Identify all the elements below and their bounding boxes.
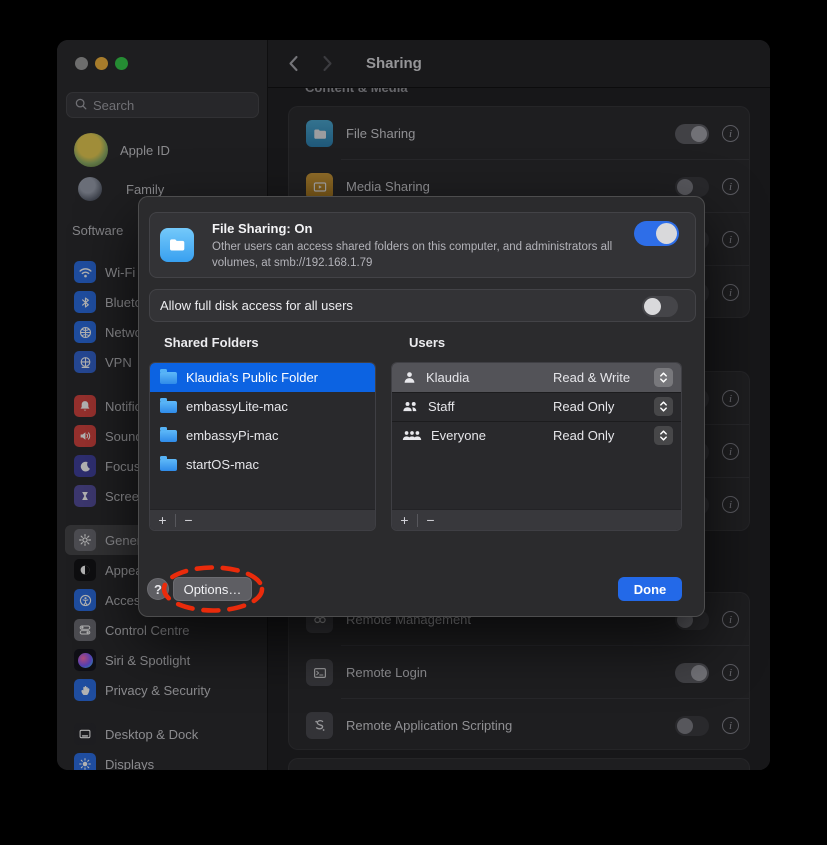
full-disk-access-toggle[interactable] [642, 296, 678, 317]
help-button[interactable]: ? [147, 578, 169, 600]
folder-icon [160, 430, 177, 442]
user-access-value[interactable]: Read & Write [553, 370, 645, 385]
file-sharing-icon [160, 228, 194, 262]
folder-name: startOS-mac [186, 457, 259, 472]
toggle-knob [656, 223, 677, 244]
folder-name: Klaudia’s Public Folder [186, 370, 318, 385]
system-settings-window: Search Apple ID Family Software Wi-Fi Bl… [57, 40, 770, 770]
add-user-button[interactable]: + [392, 510, 417, 530]
users-two-icon [402, 399, 419, 414]
add-folder-button[interactable]: + [150, 510, 175, 530]
shared-folder-row[interactable]: embassyPi-mac [150, 421, 375, 450]
access-popup-stepper[interactable] [654, 368, 673, 387]
users-heading: Users [409, 335, 445, 350]
user-name: Klaudia [426, 370, 544, 385]
dialog-title: File Sharing: On [212, 221, 312, 236]
folder-icon [160, 372, 177, 384]
file-sharing-main-toggle[interactable] [634, 221, 679, 246]
shared-folder-row[interactable]: startOS-mac [150, 450, 375, 479]
options-button[interactable]: Options… [173, 577, 252, 601]
shared-folders-list-footer: + − [150, 509, 375, 530]
folder-name: embassyLite-mac [186, 399, 288, 414]
shared-folder-row[interactable]: Klaudia’s Public Folder [150, 363, 375, 392]
user-name: Everyone [431, 428, 544, 443]
full-disk-access-box: Allow full disk access for all users [149, 289, 696, 322]
user-icon [402, 370, 417, 385]
file-sharing-dialog: File Sharing: On Other users can access … [138, 196, 705, 617]
user-access-value[interactable]: Read Only [553, 399, 645, 414]
folder-icon [160, 459, 177, 471]
shared-folders-heading: Shared Folders [164, 335, 259, 350]
file-sharing-status-box: File Sharing: On Other users can access … [149, 212, 696, 278]
desktop-background: Search Apple ID Family Software Wi-Fi Bl… [0, 0, 827, 845]
user-name: Staff [428, 399, 544, 414]
done-button[interactable]: Done [618, 577, 682, 601]
remove-folder-button[interactable]: − [176, 510, 201, 530]
folder-name: embassyPi-mac [186, 428, 278, 443]
shared-folders-list: Klaudia’s Public Folder embassyLite-mac … [149, 362, 376, 531]
users-list-footer: + − [392, 509, 681, 530]
shared-folder-row[interactable]: embassyLite-mac [150, 392, 375, 421]
dialog-description: Other users can access shared folders on… [212, 240, 652, 271]
user-row[interactable]: Staff Read Only [392, 392, 681, 421]
user-access-value[interactable]: Read Only [553, 428, 645, 443]
remove-user-button[interactable]: − [418, 510, 443, 530]
access-popup-stepper[interactable] [654, 397, 673, 416]
user-row[interactable]: Klaudia Read & Write [392, 363, 681, 392]
access-popup-stepper[interactable] [654, 426, 673, 445]
user-row[interactable]: Everyone Read Only [392, 421, 681, 450]
toggle-knob [644, 298, 661, 315]
users-list: Klaudia Read & Write Staff Read Only Eve… [391, 362, 682, 531]
full-disk-access-label: Allow full disk access for all users [160, 298, 353, 313]
folder-icon [160, 401, 177, 413]
users-three-icon [402, 428, 422, 443]
